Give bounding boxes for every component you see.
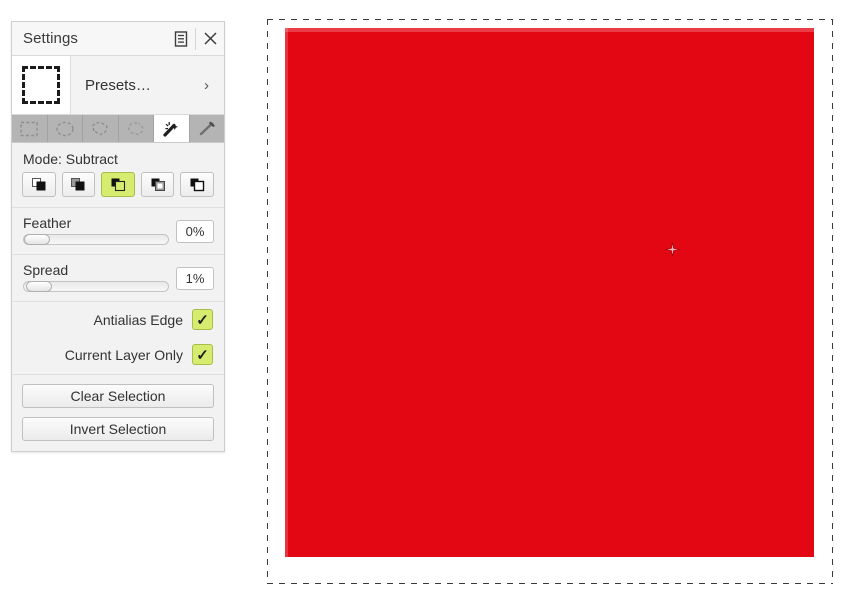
- tab-polygon-lasso-select[interactable]: [83, 115, 119, 142]
- tool-tab-bar: [12, 115, 224, 143]
- action-button-area: Clear Selection Invert Selection: [12, 375, 224, 451]
- tab-rectangle-select[interactable]: [12, 115, 48, 142]
- ellipse-select-icon: [56, 121, 74, 136]
- presets-label: Presets…: [85, 76, 151, 94]
- union-mode-icon: [71, 178, 85, 191]
- red-layer[interactable]: [285, 28, 814, 557]
- crosshair-cursor-icon: [665, 242, 680, 257]
- list-icon[interactable]: [167, 23, 195, 55]
- wand-tool-icon: [199, 121, 215, 135]
- tab-lasso-select[interactable]: [118, 115, 154, 142]
- current-layer-only-checkbox[interactable]: ✓: [192, 344, 213, 365]
- tab-ellipse-select[interactable]: [47, 115, 83, 142]
- mode-label: Mode: Subtract: [23, 151, 118, 167]
- panel-titlebar: Settings: [12, 22, 224, 56]
- crosshair-cursor: [665, 242, 680, 257]
- spread-slider[interactable]: [23, 281, 169, 292]
- spread-value[interactable]: 1%: [176, 267, 214, 290]
- presets-row[interactable]: Presets… ›: [12, 56, 224, 115]
- rectangle-select-icon: [20, 121, 38, 136]
- polygon-lasso-select-icon: [92, 121, 109, 135]
- antialias-edge-checkbox[interactable]: ✓: [192, 309, 213, 330]
- canvas-area[interactable]: [267, 19, 833, 584]
- current-layer-only-row[interactable]: Current Layer Only ✓: [12, 337, 224, 375]
- lasso-select-icon: [127, 121, 144, 135]
- panel-title: Settings: [23, 30, 78, 47]
- list-icon-glyph: [174, 30, 188, 47]
- feather-slider-thumb[interactable]: [24, 234, 50, 245]
- replace-mode-icon: [31, 178, 46, 191]
- intersect-mode-icon: [151, 178, 165, 191]
- preset-thumbnail[interactable]: [12, 56, 71, 114]
- current-layer-only-label: Current Layer Only: [64, 346, 183, 363]
- magic-wand-icon: [163, 121, 179, 137]
- xor-mode-button[interactable]: [180, 172, 214, 197]
- clear-selection-button[interactable]: Clear Selection: [22, 384, 214, 408]
- spread-slider-thumb[interactable]: [26, 281, 52, 292]
- mode-section: Mode: Subtract: [12, 143, 224, 208]
- close-icon-glyph: [203, 32, 217, 45]
- close-icon[interactable]: [196, 23, 224, 55]
- intersect-mode-button[interactable]: [140, 172, 175, 197]
- subtract-mode-icon: [111, 178, 126, 192]
- replace-mode-button[interactable]: [22, 172, 56, 197]
- feather-slider[interactable]: [23, 234, 169, 245]
- settings-panel: Settings Presets… › Mode: Subtract Feath…: [11, 21, 225, 452]
- feather-value[interactable]: 0%: [176, 220, 214, 243]
- invert-selection-button[interactable]: Invert Selection: [22, 417, 214, 441]
- dashed-square-icon: [22, 66, 60, 104]
- red-layer-top-highlight: [285, 28, 814, 32]
- antialias-edge-label: Antialias Edge: [93, 311, 183, 328]
- spread-slider-row: Spread 1%: [12, 255, 224, 302]
- presets-button[interactable]: Presets… ›: [71, 56, 224, 114]
- red-layer-left-highlight: [285, 28, 288, 557]
- tab-wand-tool[interactable]: [189, 115, 224, 142]
- xor-mode-icon: [190, 178, 205, 192]
- chevron-right-icon: ›: [204, 76, 209, 94]
- subtract-mode-button[interactable]: [101, 172, 135, 197]
- union-mode-button[interactable]: [61, 172, 96, 197]
- tab-magic-wand-select[interactable]: [154, 115, 190, 142]
- antialias-edge-row[interactable]: Antialias Edge ✓: [12, 302, 224, 337]
- feather-slider-row: Feather 0%: [12, 208, 224, 255]
- mode-button-group: [12, 172, 224, 207]
